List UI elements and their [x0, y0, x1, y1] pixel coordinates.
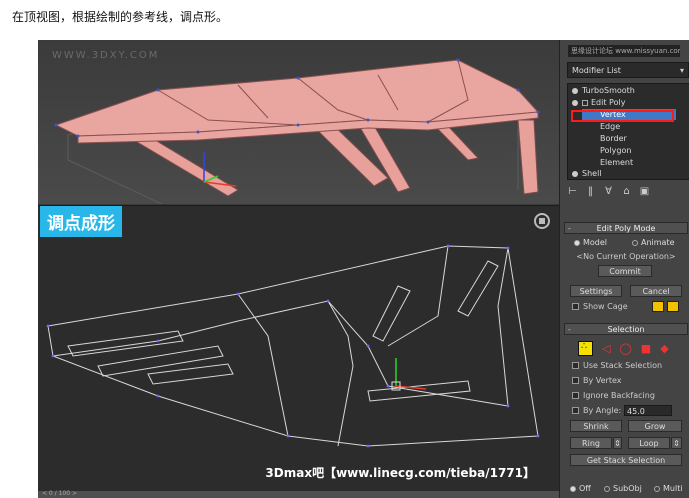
get-stack-selection-button[interactable]: Get Stack Selection	[570, 454, 682, 466]
stack-toolbar: ⊢ ‖ ∀ ⌂ ▣	[567, 186, 689, 200]
subobject-selector: ◁ ◯ ■ ◆	[578, 341, 669, 356]
cage-selected-color-swatch[interactable]	[667, 301, 679, 312]
angle-spinner[interactable]: 45.0	[624, 405, 672, 416]
stack-item-element[interactable]: Element	[600, 157, 633, 168]
by-angle-checkbox[interactable]: By Angle:	[572, 406, 621, 415]
wireframe-mesh	[46, 244, 540, 448]
selection-rollout-title[interactable]: - Selection	[564, 323, 688, 335]
by-vertex-checkbox[interactable]: By Vertex	[572, 376, 621, 385]
current-operation-label: <No Current Operation>	[576, 252, 676, 261]
commit-button[interactable]: Commit	[598, 265, 652, 277]
model-radio[interactable]: Model	[574, 238, 607, 247]
preview-subobj-radio[interactable]: SubObj	[604, 484, 642, 493]
top-viewport[interactable]: 调点成形 3Dmax吧【www.linecg.com/tieba/1771】	[38, 205, 559, 491]
table-mesh-render	[54, 58, 540, 204]
grow-button[interactable]: Grow	[628, 420, 682, 432]
site-credit: 3Dmax吧【www.linecg.com/tieba/1771】	[265, 466, 535, 480]
ring-spinner[interactable]: ⇕	[613, 437, 622, 449]
perspective-viewport[interactable]: WWW.3DXY.COM	[38, 40, 559, 204]
time-slider[interactable]: < 0 / 100 >	[38, 490, 559, 498]
viewport-config-button[interactable]	[534, 213, 550, 229]
loop-spinner[interactable]: ⇕	[671, 437, 682, 449]
settings-button[interactable]: Settings	[570, 285, 622, 297]
animate-radio[interactable]: Animate	[632, 238, 675, 247]
preview-multi-radio[interactable]: Multi	[654, 484, 683, 493]
edit-poly-mode-rollout-title[interactable]: - Edit Poly Mode	[564, 222, 688, 234]
polygon-mode-icon[interactable]: ■	[641, 341, 651, 356]
remove-modifier-icon[interactable]: ⌂	[621, 186, 632, 197]
modifier-stack[interactable]: TurboSmooth Edit Poly Vertex Edge Border…	[567, 83, 689, 180]
command-panel: 思缘设计论坛 www.missyuan.com Modifier List ▾ …	[559, 40, 689, 498]
time-slider-label: < 0 / 100 >	[42, 490, 77, 497]
lightbulb-icon[interactable]	[572, 170, 578, 177]
ignore-backfacing-checkbox[interactable]: Ignore Backfacing	[572, 391, 655, 400]
chevron-down-icon: ▾	[679, 66, 684, 75]
pin-stack-icon[interactable]: ⊢	[567, 186, 578, 197]
stack-item-edge[interactable]: Edge	[600, 121, 620, 132]
max-application: WWW.3DXY.COM 调点成形 3Dmax吧【www.linecg.com/…	[38, 40, 689, 498]
step-banner: 调点成形	[40, 206, 122, 237]
stack-item-shell[interactable]: Shell	[572, 168, 602, 179]
edge-mode-icon[interactable]: ◁	[602, 341, 610, 356]
lightbulb-icon[interactable]	[572, 87, 578, 94]
configure-sets-icon[interactable]: ▣	[639, 186, 650, 197]
stack-item-turbosmooth[interactable]: TurboSmooth	[572, 85, 635, 96]
show-end-result-icon[interactable]: ‖	[585, 186, 596, 197]
modifier-list-dropdown[interactable]: Modifier List ▾	[567, 62, 689, 78]
expand-icon[interactable]	[582, 99, 588, 106]
vertex-mode-icon[interactable]	[578, 341, 593, 356]
tutorial-highlight-box	[571, 110, 674, 122]
ring-button[interactable]: Ring	[570, 437, 612, 449]
loop-button[interactable]: Loop	[628, 437, 670, 449]
show-cage-checkbox[interactable]: Show Cage	[572, 302, 628, 311]
border-mode-icon[interactable]: ◯	[619, 341, 631, 356]
stack-item-polygon[interactable]: Polygon	[600, 145, 631, 156]
shrink-button[interactable]: Shrink	[570, 420, 622, 432]
preview-off-radio[interactable]: Off	[570, 484, 591, 493]
object-name-field[interactable]: 思缘设计论坛 www.missyuan.com	[568, 45, 680, 57]
tutorial-caption: 在顶视图，根据绘制的参考线，调点形。	[12, 10, 229, 24]
stack-item-border[interactable]: Border	[600, 133, 627, 144]
element-mode-icon[interactable]: ◆	[660, 341, 668, 356]
make-unique-icon[interactable]: ∀	[603, 186, 614, 197]
cancel-button[interactable]: Cancel	[630, 285, 682, 297]
use-stack-selection-checkbox[interactable]: Use Stack Selection	[572, 361, 662, 370]
stack-item-edit-poly[interactable]: Edit Poly	[572, 97, 625, 108]
modifier-list-label: Modifier List	[572, 66, 621, 75]
cage-color-swatch[interactable]	[652, 301, 664, 312]
lightbulb-icon[interactable]	[572, 99, 578, 106]
